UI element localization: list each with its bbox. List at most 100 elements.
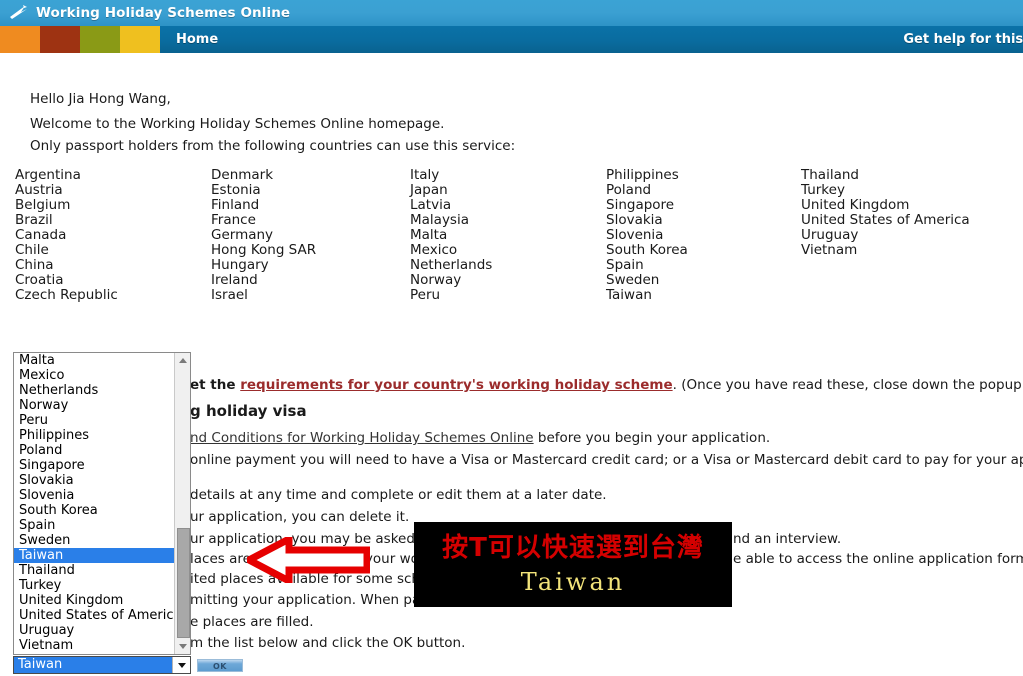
dropdown-option[interactable]: United Kingdom (14, 593, 174, 608)
country-select-value[interactable]: Taiwan (14, 657, 172, 673)
country-item: Israel (211, 287, 248, 303)
dropdown-option[interactable]: Netherlands (14, 383, 174, 398)
dropdown-option[interactable]: Turkey (14, 578, 174, 593)
annotation-caption-english: Taiwan (520, 567, 626, 596)
swoosh-flag-icon (8, 4, 30, 22)
terms-suffix: before you begin your application. (533, 430, 771, 446)
country-item: Vietnam (801, 242, 858, 258)
country-column-3: Italy Japan Latvia Malaysia Malta Mexico… (410, 168, 492, 303)
interview-paragraph-right: nd an interview. (733, 531, 842, 547)
select-instruction-paragraph: m the list below and click the OK button… (190, 635, 466, 651)
country-item: Chile (15, 242, 49, 258)
dropdown-option[interactable]: Spain (14, 518, 174, 533)
swatch-orange (0, 26, 40, 53)
country-item: United Kingdom (801, 197, 910, 213)
swatch-gold (120, 26, 160, 53)
dropdown-option[interactable]: Norway (14, 398, 174, 413)
country-item: South Korea (606, 242, 688, 258)
country-item: Malta (410, 227, 448, 243)
country-item: United States of America (801, 212, 970, 228)
nav-item-home[interactable]: Home (176, 32, 218, 47)
requirements-link[interactable]: requirements for your country's working … (240, 377, 672, 393)
country-item: Netherlands (410, 257, 493, 273)
country-dropdown-options[interactable]: Malta Mexico Netherlands Norway Peru Philippi… (14, 353, 181, 653)
country-item: Slovenia (606, 227, 664, 243)
requirements-suffix: . (Once you have read these, close down … (672, 377, 1023, 393)
dropdown-option[interactable]: Vietnam (14, 638, 174, 653)
country-item: China (15, 257, 54, 273)
dropdown-option[interactable]: Peru (14, 413, 174, 428)
annotation-caption-chinese: 按T可以快速選到台灣 (442, 532, 704, 563)
ok-button[interactable]: OK (197, 659, 243, 672)
dropdown-scrollbar[interactable] (174, 353, 190, 654)
dropdown-option[interactable]: Mexico (14, 368, 174, 383)
country-item: Sweden (606, 272, 660, 288)
country-column-2: Denmark Estonia Finland France Germany H… (211, 168, 316, 303)
scroll-up-arrow-icon[interactable] (175, 353, 190, 368)
annotation-caption-box: 按T可以快速選到台灣 Taiwan (414, 522, 732, 607)
country-item: Japan (410, 182, 448, 198)
country-item: Peru (410, 287, 441, 303)
country-item: Singapore (606, 197, 675, 213)
country-item: Mexico (410, 242, 458, 258)
save-details-paragraph: details at any time and complete or edit… (190, 487, 607, 503)
submitting-paragraph: mitting your application. When payme (190, 592, 450, 608)
chevron-down-icon[interactable] (172, 657, 190, 673)
country-item: Ireland (211, 272, 258, 288)
country-item: Spain (606, 257, 644, 273)
places-filled-paragraph: e places are filled. (190, 614, 314, 630)
country-item: Canada (15, 227, 67, 243)
country-item: Finland (211, 197, 260, 213)
country-column-1: Argentina Austria Belgium Brazil Canada … (15, 168, 118, 303)
app-window: Working Holiday Schemes Online Home Get … (0, 0, 1023, 676)
dropdown-option[interactable]: Sweden (14, 533, 174, 548)
dropdown-option[interactable]: Philippines (14, 428, 174, 443)
dropdown-option[interactable]: Malta (14, 353, 174, 368)
section-heading: g holiday visa (190, 402, 307, 420)
country-item: Uruguay (801, 227, 859, 243)
dropdown-option[interactable]: Slovakia (14, 473, 174, 488)
country-column-5: Thailand Turkey United Kingdom United St… (801, 168, 970, 258)
terms-link[interactable]: nd Conditions for Working Holiday Scheme… (190, 430, 534, 446)
dropdown-option[interactable]: Thailand (14, 563, 174, 578)
annotation-arrow-icon (241, 533, 371, 587)
dropdown-option[interactable]: South Korea (14, 503, 174, 518)
country-item: Germany (211, 227, 274, 243)
country-item: Norway (410, 272, 462, 288)
dropdown-option[interactable]: Slovenia (14, 488, 174, 503)
country-item: Brazil (15, 212, 53, 228)
greeting-eligibility: Only passport holders from the following… (30, 138, 516, 154)
places-available-right: e able to access the online application … (733, 551, 1023, 567)
country-item: Thailand (801, 167, 859, 183)
country-item: Estonia (211, 182, 261, 198)
payment-paragraph: online payment you will need to have a V… (190, 452, 1023, 468)
window-title: Working Holiday Schemes Online (36, 5, 291, 21)
country-item: France (211, 212, 256, 228)
country-column-4: Philippines Poland Singapore Slovakia Sl… (606, 168, 688, 303)
country-item: Hong Kong SAR (211, 242, 317, 258)
country-item: Italy (410, 167, 440, 183)
delete-application-paragraph: ur application, you can delete it. (190, 509, 410, 525)
country-item: Turkey (801, 182, 845, 198)
country-select[interactable]: Taiwan (13, 656, 191, 674)
country-dropdown-popup[interactable]: Malta Mexico Netherlands Norway Peru Philippi… (13, 352, 191, 655)
country-item: Philippines (606, 167, 679, 183)
nav-help-link[interactable]: Get help for this p (903, 26, 1023, 53)
country-item: Poland (606, 182, 652, 198)
scrollbar-thumb[interactable] (177, 528, 190, 638)
dropdown-option[interactable]: Poland (14, 443, 174, 458)
title-bar: Working Holiday Schemes Online (0, 0, 1023, 26)
country-item: Argentina (15, 167, 81, 183)
greeting-welcome: Welcome to the Working Holiday Schemes O… (30, 116, 445, 132)
country-item: Taiwan (606, 287, 652, 303)
requirements-paragraph: et the requirements for your country's w… (190, 377, 1023, 393)
country-item: Malaysia (410, 212, 469, 228)
requirements-prefix: et the (190, 377, 241, 393)
dropdown-option[interactable]: Taiwan (14, 548, 174, 563)
swatch-darkred (40, 26, 80, 53)
dropdown-option[interactable]: United States of America (14, 608, 181, 623)
country-item: Denmark (211, 167, 274, 183)
scroll-down-arrow-icon[interactable] (175, 639, 190, 654)
dropdown-option[interactable]: Uruguay (14, 623, 174, 638)
dropdown-option[interactable]: Singapore (14, 458, 174, 473)
